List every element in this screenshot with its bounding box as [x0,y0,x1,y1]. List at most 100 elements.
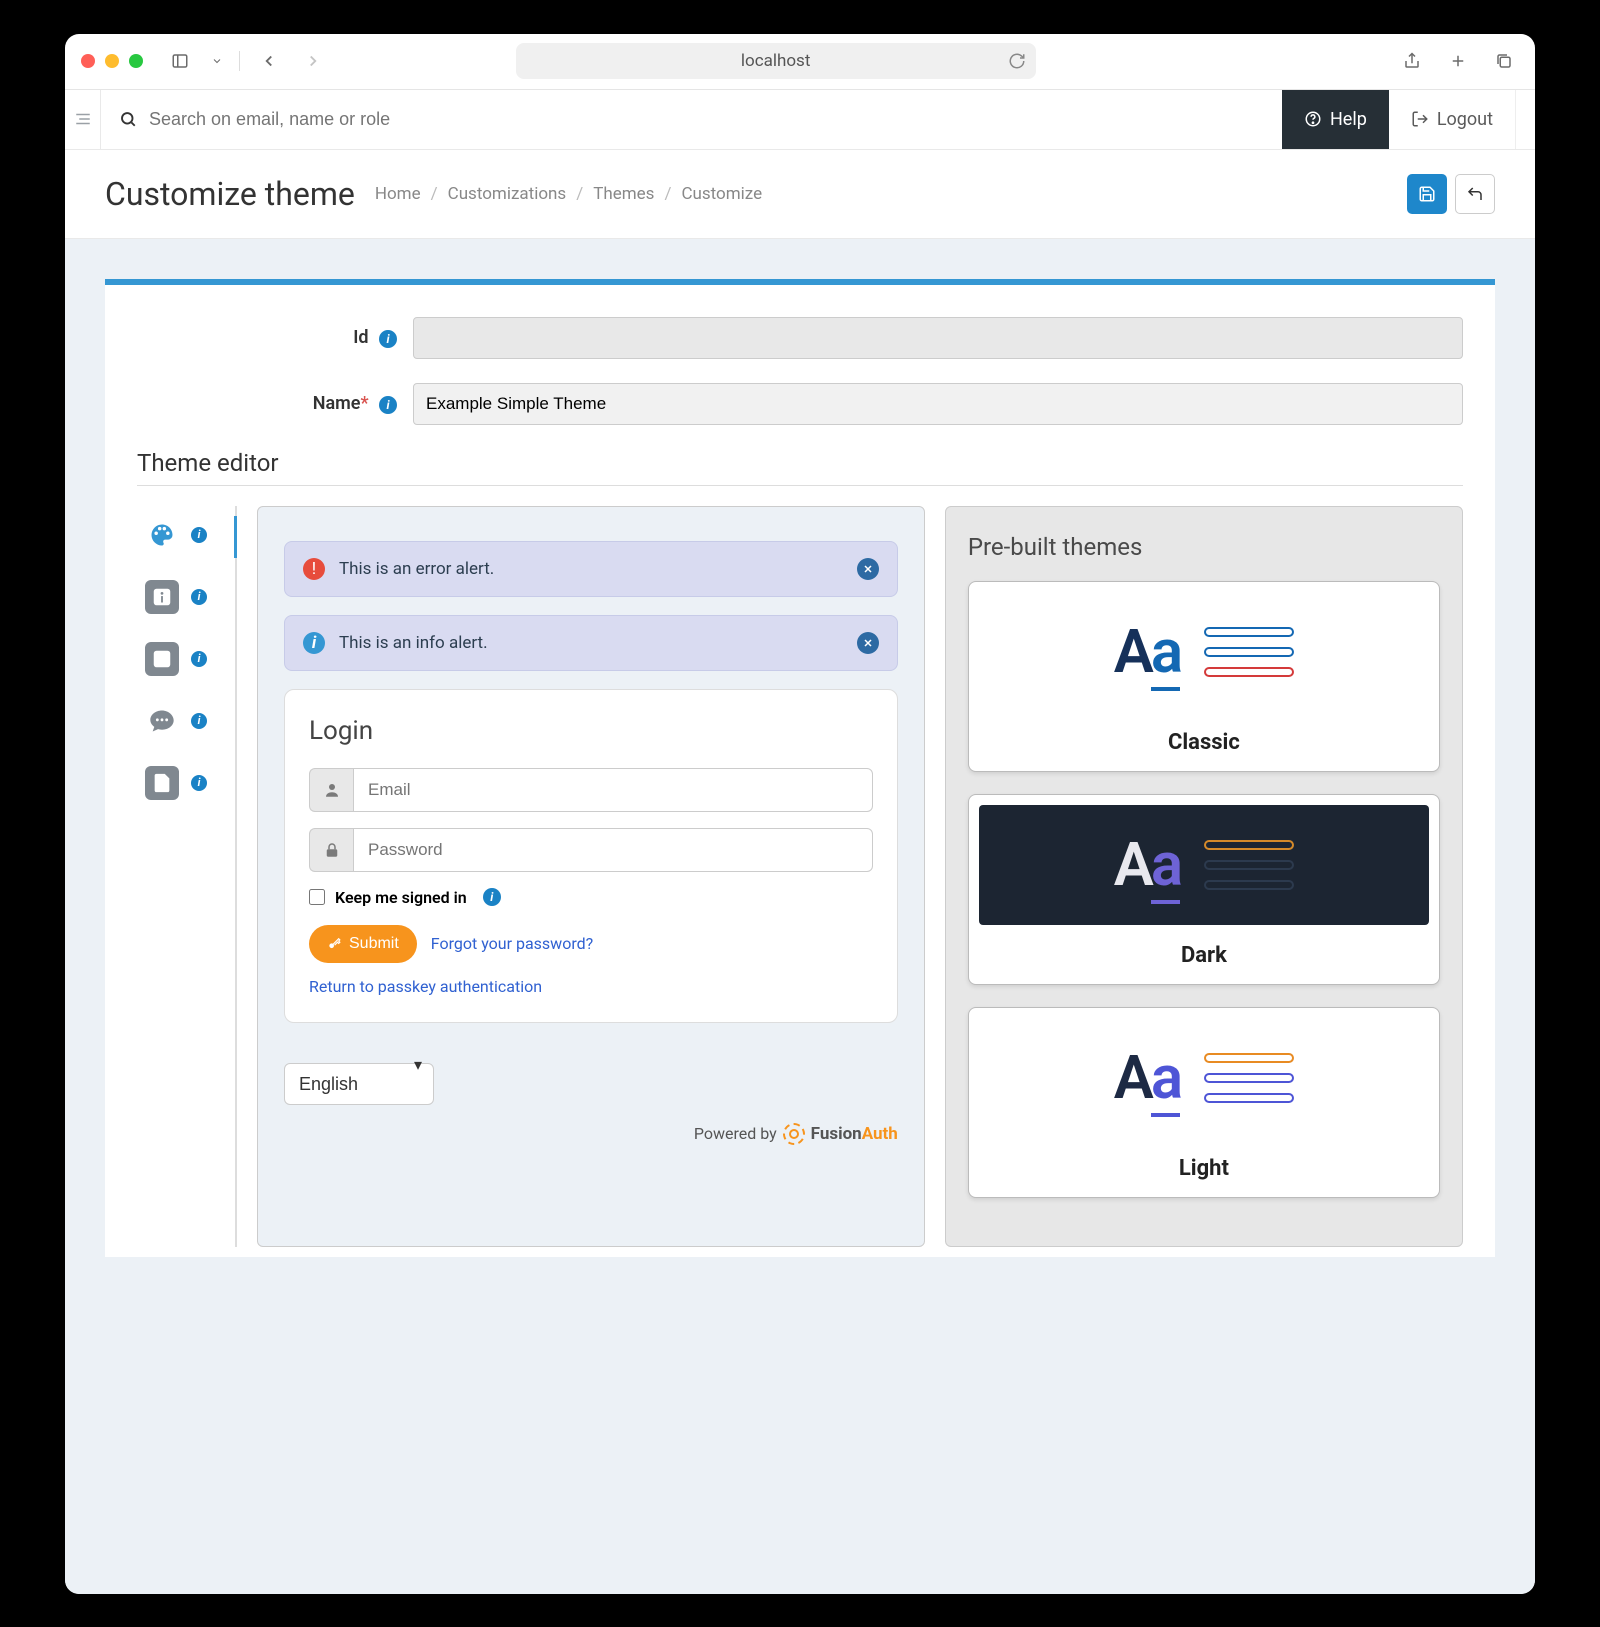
window-controls [81,54,143,68]
sidebar-collapse-icon[interactable] [65,90,101,149]
error-icon: ! [303,558,325,580]
input-id [413,317,1463,359]
info-icon[interactable]: i [191,589,207,605]
back-button[interactable] [1455,174,1495,214]
page-title: Customize theme [105,175,355,213]
logout-icon [1411,110,1429,128]
tab-info[interactable]: i [145,580,227,614]
chevron-down-icon[interactable] [209,47,225,75]
email-field[interactable] [353,768,873,812]
sidebar-toggle-icon[interactable] [165,47,195,75]
passkey-link[interactable]: Return to passkey authentication [309,977,542,996]
language-select[interactable]: English [284,1063,434,1105]
lock-icon [309,828,353,872]
theme-card-dark[interactable]: Aa Dark [968,794,1440,985]
save-button[interactable] [1407,174,1447,214]
crumb-current: Customize [681,184,762,204]
separator [239,51,240,71]
fusionauth-logo: FusionAuth [783,1123,898,1145]
search-icon [119,110,137,128]
keep-signed-label: Keep me signed in [335,888,467,907]
logo-ring-icon [783,1123,805,1145]
password-field[interactable] [353,828,873,872]
field-name: Name* i [137,383,1463,425]
tab-edit[interactable]: i [145,642,227,676]
breadcrumb: Home/ Customizations/ Themes/ Customize [375,184,762,204]
prebuilt-themes-panel: Pre-built themes Aa Classic Aa [945,506,1463,1247]
info-icon: i [303,632,325,654]
crumb-home[interactable]: Home [375,184,421,204]
maximize-window-button[interactable] [129,54,143,68]
search-input[interactable] [149,109,1264,130]
search-area [101,90,1282,149]
tabs-overview-icon[interactable] [1489,47,1519,75]
tab-branding[interactable]: i [145,518,227,552]
email-group [309,768,873,812]
alert-error: ! This is an error alert. [284,541,898,597]
share-icon[interactable] [1397,47,1427,75]
tab-pages[interactable]: i [145,766,227,800]
close-window-button[interactable] [81,54,95,68]
chat-icon [145,704,179,738]
info-icon[interactable]: i [483,888,501,906]
nav-forward-button[interactable] [298,47,328,75]
url-text: localhost [741,51,811,71]
close-icon[interactable] [857,558,879,580]
login-card: Login [284,689,898,1023]
theme-card-light[interactable]: Aa Light [968,1007,1440,1198]
crumb-themes[interactable]: Themes [593,184,654,204]
info-icon[interactable]: i [191,527,207,543]
new-tab-icon[interactable] [1443,47,1473,75]
key-icon [327,937,341,951]
label-name: Name* i [137,393,397,414]
scrollbar-gutter [1515,90,1535,149]
active-indicator [234,516,237,558]
info-icon[interactable]: i [191,713,207,729]
info-square-icon [145,580,179,614]
keep-signed-checkbox[interactable] [309,889,325,905]
info-icon[interactable]: i [191,651,207,667]
powered-by: Powered by FusionAuth [284,1123,898,1145]
minimize-window-button[interactable] [105,54,119,68]
crumb-customizations[interactable]: Customizations [448,184,567,204]
keep-signed-row: Keep me signed in i [309,888,873,907]
forgot-password-link[interactable]: Forgot your password? [431,934,593,953]
alert-error-text: This is an error alert. [339,559,494,579]
info-icon[interactable]: i [191,775,207,791]
label-id: Id i [137,327,397,348]
help-button[interactable]: Help [1282,90,1389,149]
alert-info-text: This is an info alert. [339,633,488,653]
themes-heading: Pre-built themes [968,533,1440,561]
browser-chrome: localhost [65,34,1535,90]
field-id: Id i [137,317,1463,359]
help-label: Help [1330,109,1367,130]
browser-window: localhost [65,34,1535,1594]
palette-icon [145,518,179,552]
url-bar[interactable]: localhost [516,43,1036,79]
info-icon[interactable]: i [379,330,397,348]
theme-card-classic[interactable]: Aa Classic [968,581,1440,772]
submit-row: Submit Forgot your password? [309,925,873,963]
preview-panel: ! This is an error alert. i This is an i… [257,506,925,1247]
alert-info: i This is an info alert. [284,615,898,671]
section-title: Theme editor [137,449,1463,486]
password-group [309,828,873,872]
submit-button[interactable]: Submit [309,925,417,963]
pencil-square-icon [145,642,179,676]
close-icon[interactable] [857,632,879,654]
chrome-actions [1397,47,1519,75]
theme-preview: Aa [979,592,1429,712]
header-actions [1407,174,1495,214]
editor-layout: i i i [137,506,1463,1247]
theme-preview: Aa [979,1018,1429,1138]
theme-card: Id i Name* i Theme editor [105,279,1495,1257]
login-heading: Login [309,716,873,746]
info-icon[interactable]: i [379,396,397,414]
theme-name: Dark [979,935,1429,974]
tab-messages[interactable]: i [145,704,227,738]
reload-icon[interactable] [1008,52,1026,70]
logout-button[interactable]: Logout [1389,90,1515,149]
language-select-wrap: English [284,1043,434,1105]
input-name[interactable] [413,383,1463,425]
nav-back-button[interactable] [254,47,284,75]
